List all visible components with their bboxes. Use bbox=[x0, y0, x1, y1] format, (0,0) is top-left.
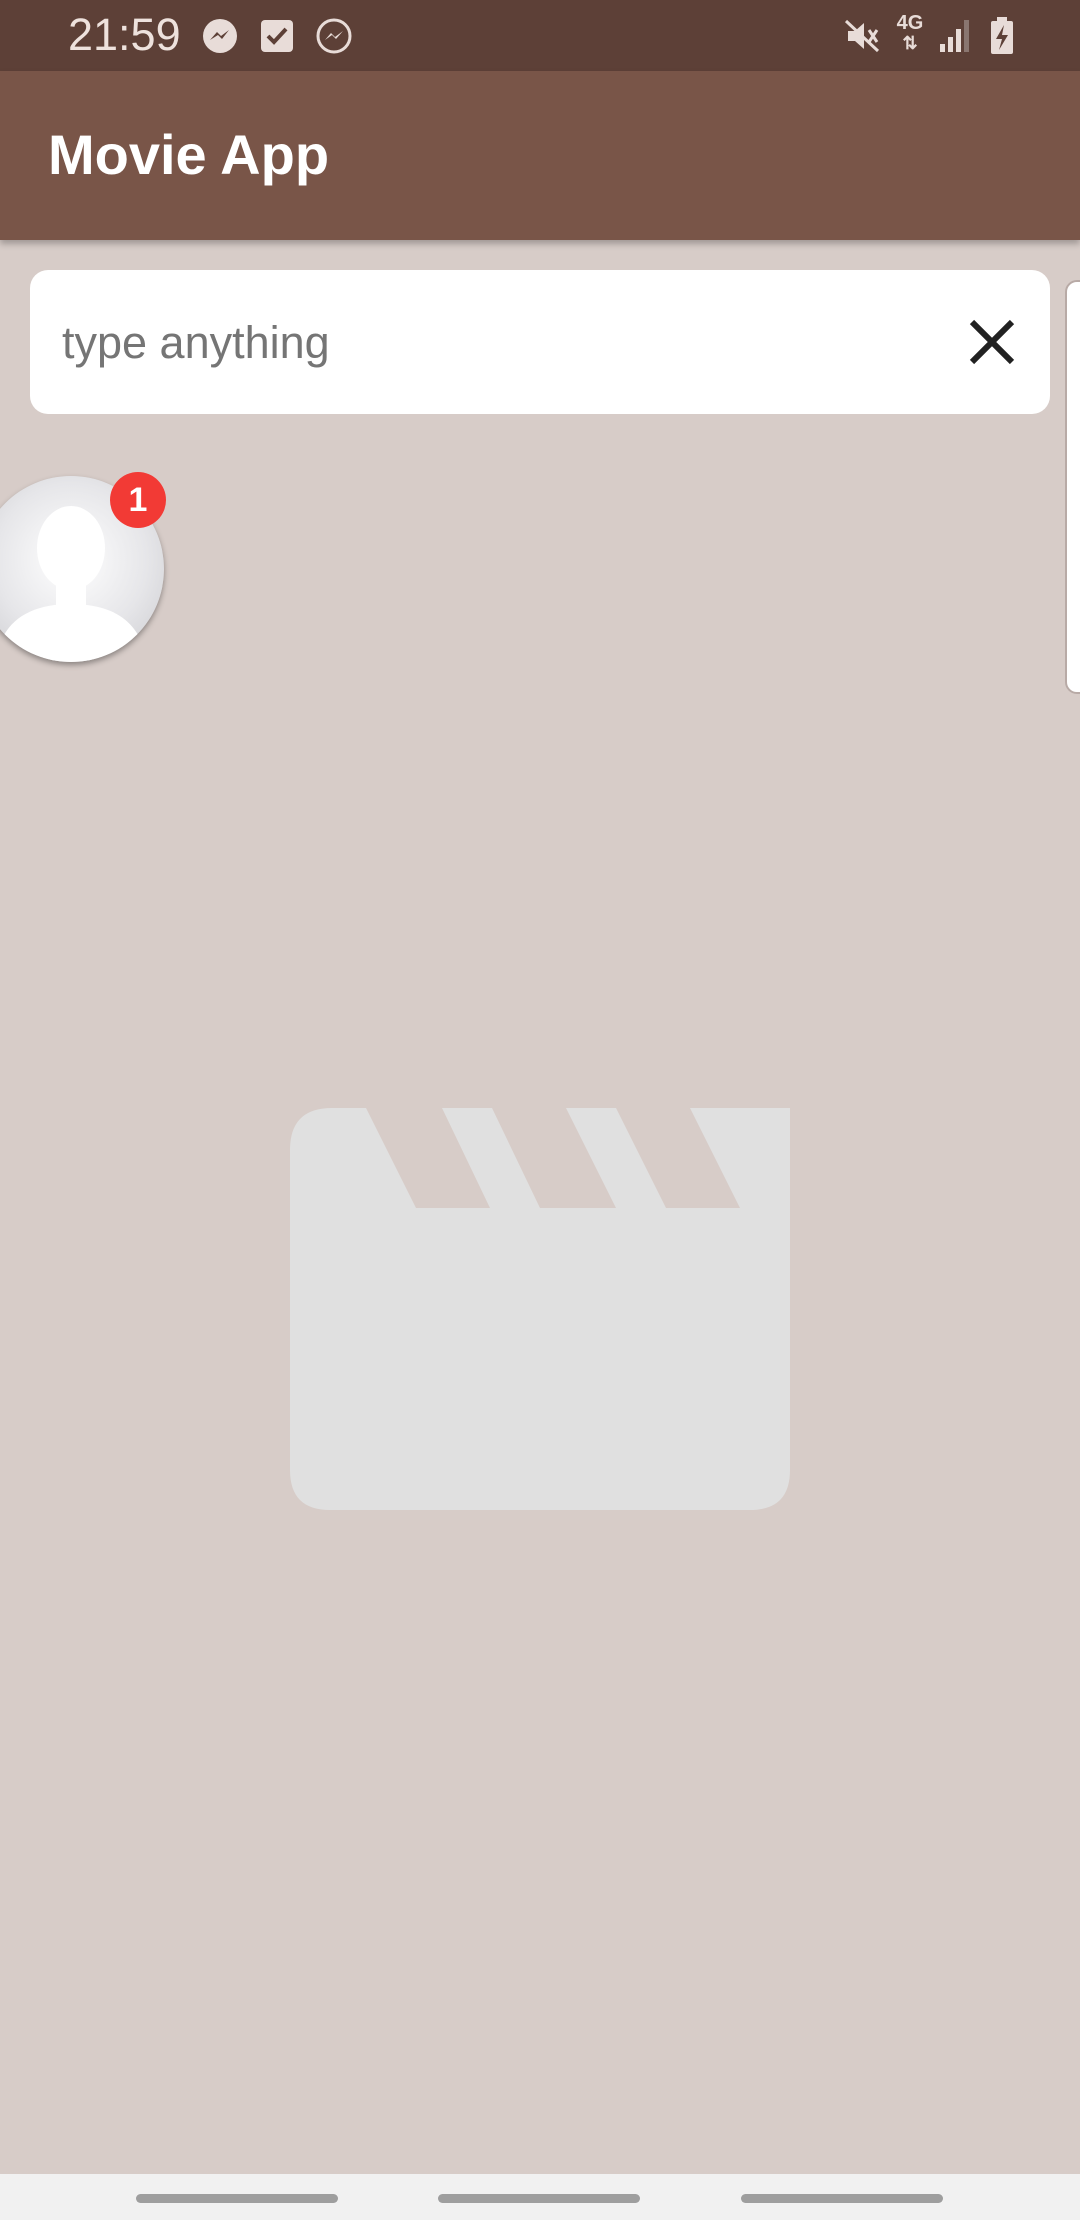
nav-back-button[interactable] bbox=[741, 2194, 943, 2203]
battery-charging-icon bbox=[991, 17, 1013, 54]
mute-icon bbox=[844, 19, 880, 53]
checkbox-icon bbox=[261, 20, 293, 52]
clear-search-button[interactable] bbox=[942, 292, 1042, 392]
network-label: 4G bbox=[896, 12, 924, 34]
app-bar: Movie App bbox=[0, 71, 1080, 240]
close-icon bbox=[969, 319, 1015, 365]
edge-panel-handle[interactable] bbox=[1065, 280, 1080, 694]
navigation-bar bbox=[0, 2174, 1080, 2220]
status-bar: 21:59 4G ⇅ bbox=[0, 0, 1080, 71]
messenger-outline-icon bbox=[316, 18, 352, 54]
nav-home-button[interactable] bbox=[438, 2194, 640, 2203]
search-input[interactable] bbox=[60, 270, 944, 416]
movie-clapperboard-icon bbox=[290, 1108, 790, 1510]
4g-icon: 4G ⇅ bbox=[896, 12, 924, 53]
status-time: 21:59 bbox=[68, 9, 181, 60]
app-title: Movie App bbox=[48, 123, 330, 186]
notification-badge: 1 bbox=[110, 472, 166, 528]
search-box bbox=[30, 270, 1050, 416]
signal-icon bbox=[940, 20, 969, 52]
nav-recents-button[interactable] bbox=[136, 2194, 338, 2203]
messenger-icon bbox=[203, 19, 237, 53]
